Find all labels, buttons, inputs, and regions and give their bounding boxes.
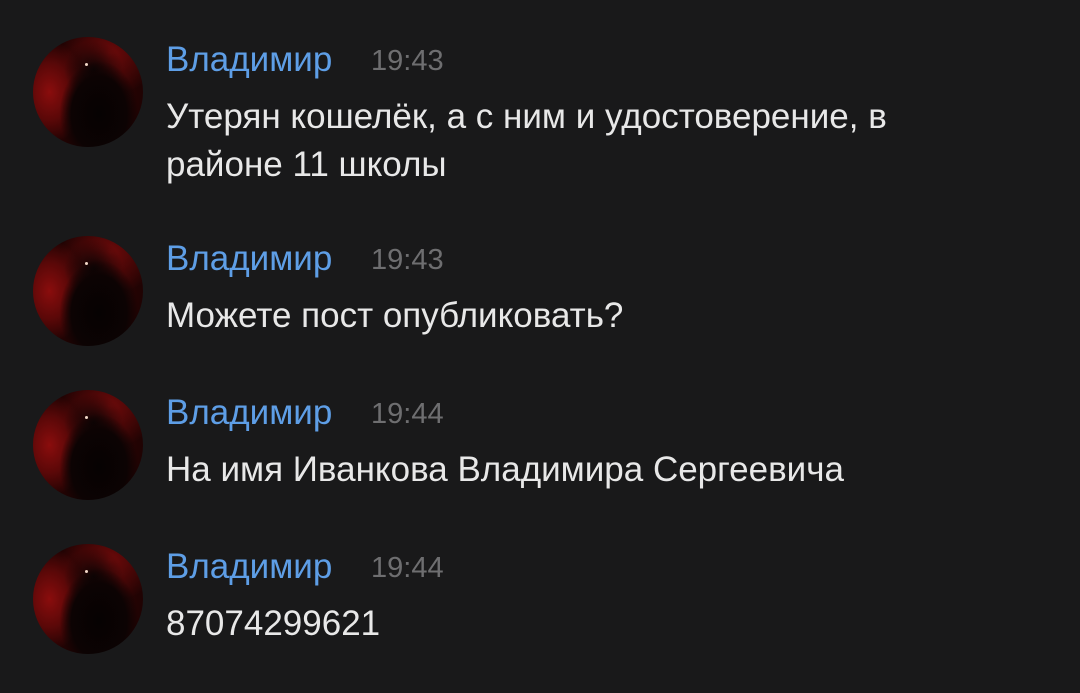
avatar[interactable] xyxy=(33,236,143,346)
message-author[interactable]: Владимир xyxy=(166,393,332,433)
message-author[interactable]: Владимир xyxy=(166,40,332,80)
avatar-highlight xyxy=(85,570,88,573)
message-time: 19:43 xyxy=(371,244,444,276)
message-time: 19:44 xyxy=(371,398,444,430)
avatar-highlight xyxy=(85,416,88,419)
avatar-highlight xyxy=(85,63,88,66)
message-time: 19:44 xyxy=(371,552,444,584)
message-author[interactable]: Владимир xyxy=(166,239,332,279)
message-list: Владимир 19:43 Утерян кошелёк, а с ним и… xyxy=(0,0,1080,693)
avatar[interactable] xyxy=(33,37,143,147)
avatar-highlight xyxy=(85,262,88,265)
message-author[interactable]: Владимир xyxy=(166,547,332,587)
message-time: 19:43 xyxy=(371,45,444,77)
message-text: На имя Иванкова Владимира Сергеевича xyxy=(166,450,844,489)
message-text: Можете пост опубликовать? xyxy=(166,296,624,335)
message-text: Утерян кошелёк, а с ним и удостоверение,… xyxy=(166,97,887,184)
message-text: 87074299621 xyxy=(166,604,381,643)
avatar[interactable] xyxy=(33,544,143,654)
avatar[interactable] xyxy=(33,390,143,500)
